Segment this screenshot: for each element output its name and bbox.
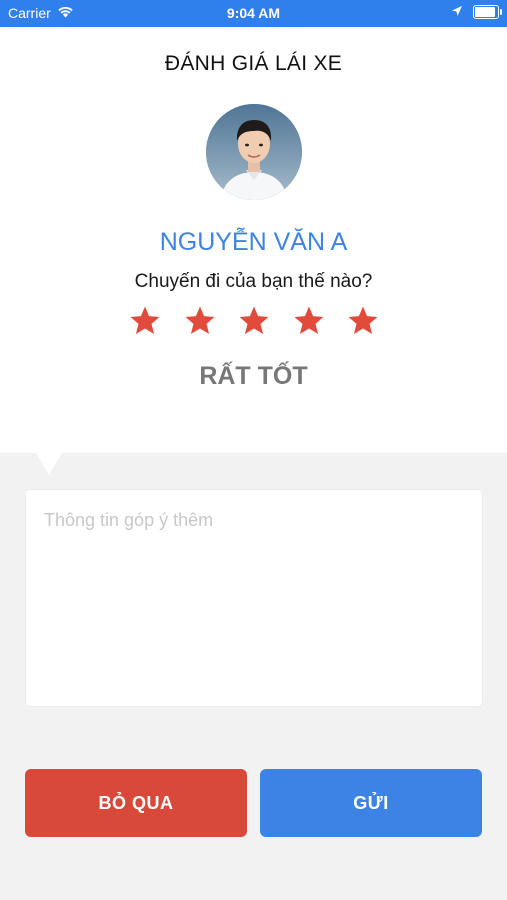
rating-question: Chuyến đi của bạn thế nào?: [134, 271, 373, 292]
driver-avatar: [206, 104, 302, 200]
panel-pointer: [36, 453, 62, 475]
driver-name: NGUYỄN VĂN A: [159, 228, 348, 256]
status-bar: Carrier 9:04 AM: [0, 0, 507, 27]
star-icon[interactable]: [237, 304, 271, 338]
skip-button[interactable]: BỎ QUA: [25, 769, 247, 837]
rating-label: RẤT TỐT: [199, 362, 308, 390]
page-title: ĐÁNH GIÁ LÁI XE: [164, 52, 343, 75]
status-time: 9:04 AM: [226, 5, 281, 21]
feedback-input[interactable]: [25, 489, 483, 707]
star-icon[interactable]: [346, 304, 380, 338]
battery-icon: [473, 5, 502, 19]
location-arrow-icon: [451, 4, 463, 20]
star-icon[interactable]: [128, 304, 162, 338]
star-rating[interactable]: [128, 304, 380, 340]
star-icon[interactable]: [183, 304, 217, 338]
star-icon[interactable]: [292, 304, 326, 338]
send-button[interactable]: GỬI: [260, 769, 482, 837]
